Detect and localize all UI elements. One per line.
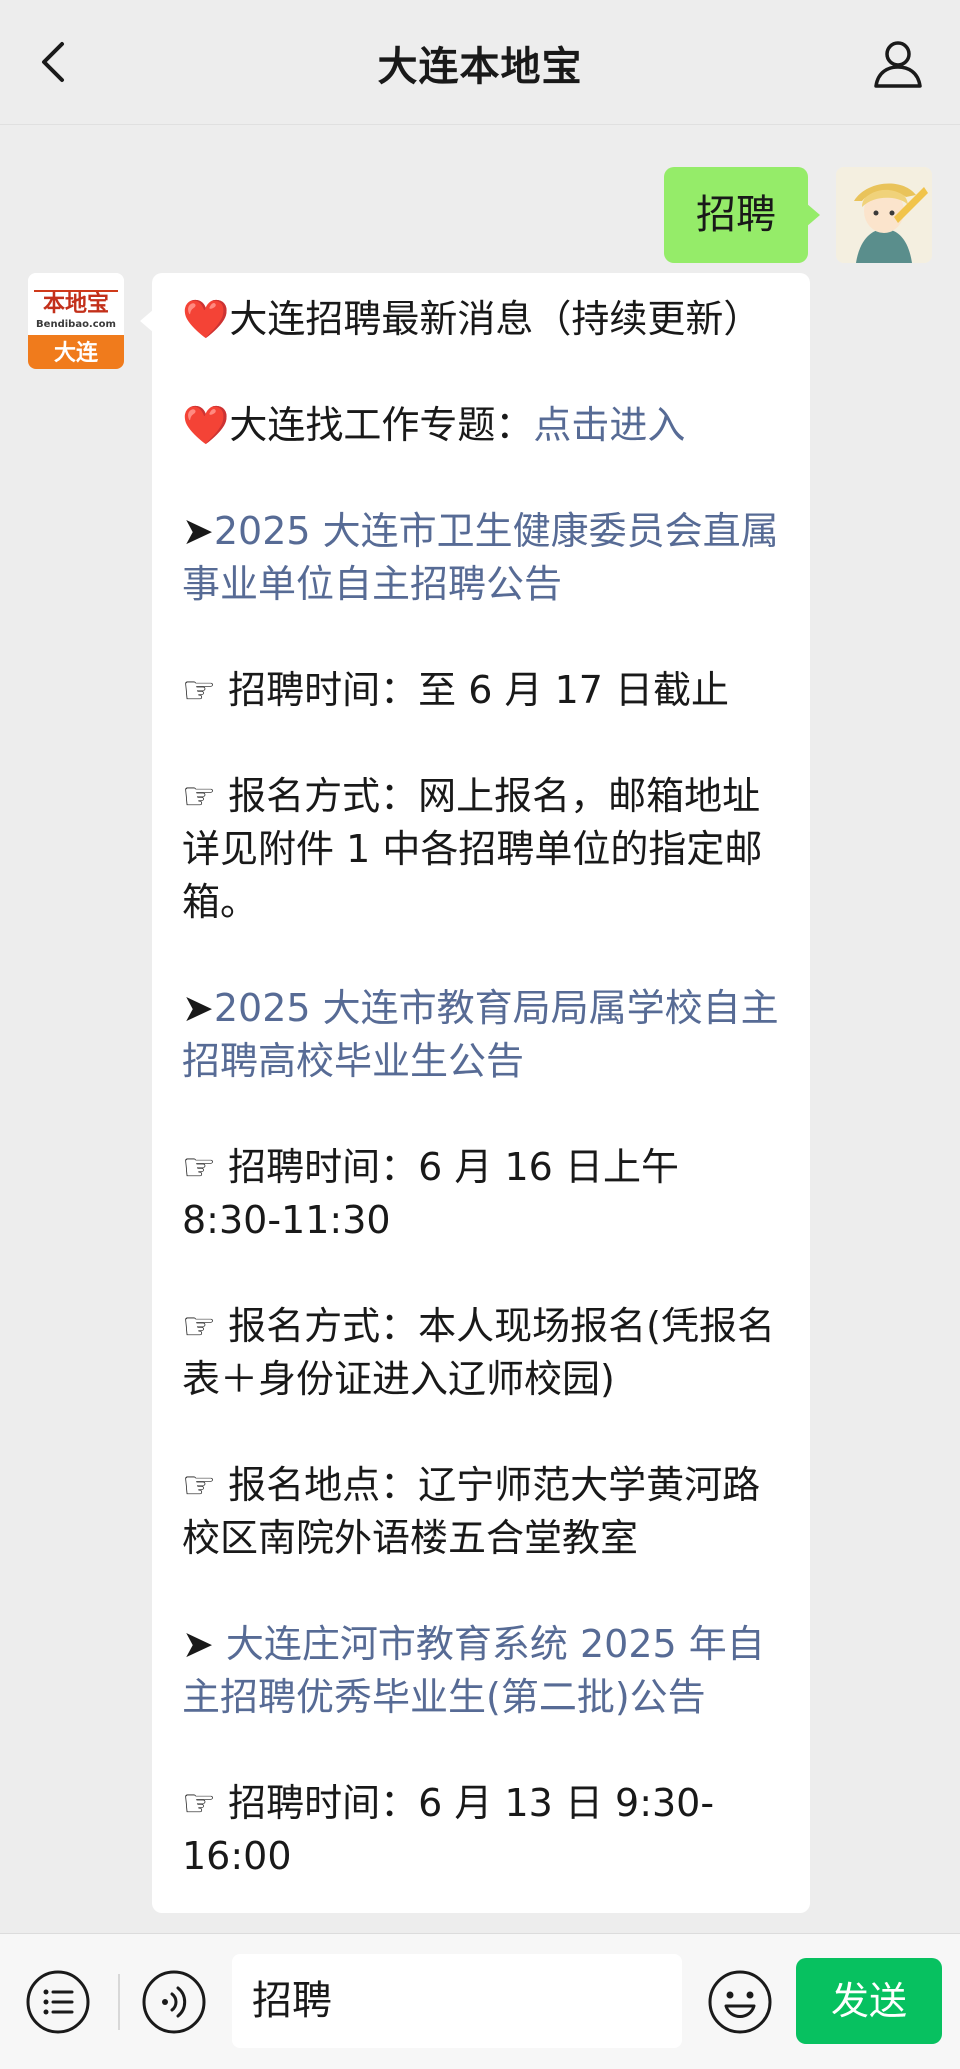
emoji-button[interactable] bbox=[706, 1968, 774, 2036]
person-icon bbox=[874, 41, 922, 88]
health-commission-link[interactable]: 2025 大连市卫生健康委员会直属事业单位自主招聘公告 bbox=[182, 509, 779, 606]
message-paragraph: ☞ 报名地点：辽宁师范大学黄河路校区南院外语楼五合堂教室 bbox=[182, 1459, 780, 1565]
message-paragraph: ☞ 招聘时间：至 6 月 17 日截止 bbox=[182, 664, 780, 717]
pointing-hand-icon: ☞ bbox=[182, 1781, 217, 1825]
pointing-hand-icon: ☞ bbox=[182, 1463, 217, 1507]
recruit-time-text: 招聘时间：6 月 13 日 9:30-16:00 bbox=[182, 1781, 715, 1878]
menu-button[interactable] bbox=[24, 1968, 92, 2036]
arrow-icon: ➤ bbox=[182, 509, 214, 553]
pointing-hand-icon: ☞ bbox=[182, 1145, 217, 1189]
outgoing-bubble[interactable]: 招聘 bbox=[664, 167, 820, 263]
message-paragraph: ➤2025 大连市卫生健康委员会直属事业单位自主招聘公告 bbox=[182, 505, 780, 611]
logo-city: 大连 bbox=[54, 340, 99, 366]
message-paragraph: ❤️大连招聘最新消息（持续更新） bbox=[182, 293, 780, 346]
smiley-icon bbox=[708, 1970, 772, 2034]
outgoing-message: 招聘 bbox=[0, 145, 960, 263]
enter-link[interactable]: 点击进入 bbox=[533, 403, 685, 447]
zhuanghe-education-link[interactable]: 大连庄河市教育系统 2025 年自主招聘优秀毕业生(第二批)公告 bbox=[182, 1622, 765, 1719]
input-bar: 招聘 发送 bbox=[0, 1933, 960, 2069]
page-title: 大连本地宝 bbox=[377, 44, 583, 90]
heart-icon: ❤️ bbox=[182, 403, 230, 447]
chat-area[interactable]: 招聘 本地宝 Bendibao.com 大连 ❤️大连招聘最新消息（持续更新） … bbox=[0, 125, 960, 1933]
pointing-hand-icon: ☞ bbox=[182, 774, 217, 818]
message-paragraph: ☞ 报名方式：本人现场报名(凭报名表＋身份证进入辽师校园) bbox=[182, 1300, 780, 1406]
news-text: 大连招聘最新消息（持续更新） bbox=[229, 297, 762, 341]
divider bbox=[118, 1974, 120, 2030]
chat-header: 大连本地宝 bbox=[0, 0, 960, 125]
incoming-bubble: ❤️大连招聘最新消息（持续更新） ❤️大连找工作专题：点击进入 ➤2025 大连… bbox=[140, 273, 810, 1913]
message-paragraph: ☞ 招聘时间：6 月 13 日 9:30-16:00 bbox=[182, 1777, 780, 1883]
signup-location-text: 报名地点：辽宁师范大学黄河路校区南院外语楼五合堂教室 bbox=[182, 1463, 761, 1560]
logo-text: 本地宝 bbox=[43, 291, 109, 317]
pointing-hand-icon: ☞ bbox=[182, 668, 217, 712]
recruit-time-text: 招聘时间：6 月 16 日上午 8:30-11:30 bbox=[182, 1145, 679, 1242]
send-button[interactable]: 发送 bbox=[796, 1958, 942, 2044]
arrow-icon: ➤ bbox=[182, 1622, 226, 1666]
bendibao-logo-icon: 本地宝 Bendibao.com 大连 bbox=[28, 273, 124, 369]
education-bureau-link[interactable]: 2025 大连市教育局局属学校自主招聘高校毕业生公告 bbox=[182, 986, 779, 1083]
voice-button[interactable] bbox=[140, 1968, 208, 2036]
message-paragraph: ☞ 报名方式：网上报名，邮箱地址详见附件 1 中各招聘单位的指定邮箱。 bbox=[182, 770, 780, 929]
anime-avatar-icon bbox=[836, 167, 932, 263]
signup-method-text: 报名方式：网上报名，邮箱地址详见附件 1 中各招聘单位的指定邮箱。 bbox=[182, 774, 763, 924]
profile-button[interactable] bbox=[870, 36, 926, 92]
pointing-hand-icon: ☞ bbox=[182, 1304, 217, 1348]
message-paragraph: ❤️大连找工作专题：点击进入 bbox=[182, 399, 780, 452]
message-paragraph: ➤2025 大连市教育局局属学校自主招聘高校毕业生公告 bbox=[182, 982, 780, 1088]
menu-list-icon bbox=[26, 1970, 90, 2034]
logo-site: Bendibao.com bbox=[36, 319, 116, 330]
message-paragraph: ➤ 大连庄河市教育系统 2025 年自主招聘优秀毕业生(第二批)公告 bbox=[182, 1618, 780, 1724]
message-paragraph: ☞ 招聘时间：6 月 16 日上午 8:30-11:30 bbox=[182, 1141, 780, 1247]
signup-method-text: 报名方式：本人现场报名(凭报名表＋身份证进入辽师校园) bbox=[182, 1304, 775, 1401]
bendibao-avatar[interactable]: 本地宝 Bendibao.com 大连 bbox=[28, 273, 124, 369]
voice-icon bbox=[142, 1970, 206, 2034]
arrow-icon: ➤ bbox=[182, 986, 214, 1030]
heart-icon: ❤️ bbox=[182, 297, 230, 341]
user-avatar[interactable] bbox=[836, 167, 932, 263]
job-topic-text: 大连找工作专题： bbox=[229, 403, 534, 447]
message-input[interactable]: 招聘 bbox=[232, 1954, 682, 2048]
recruit-time-text: 招聘时间：至 6 月 17 日截止 bbox=[228, 668, 730, 712]
